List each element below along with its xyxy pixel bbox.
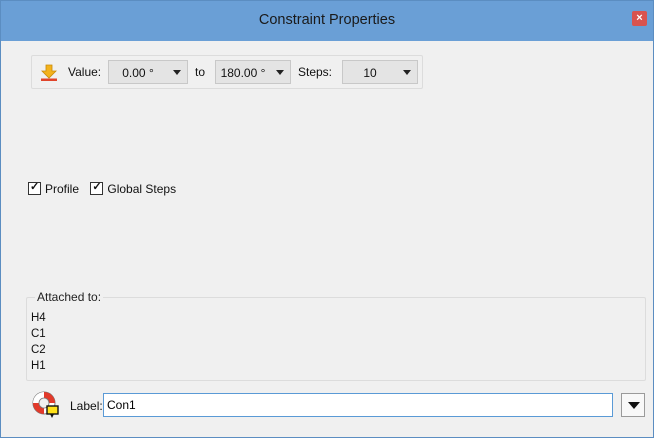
profile-label[interactable]: Profile	[45, 182, 79, 196]
label-input[interactable]	[103, 393, 613, 417]
label-dropdown-button[interactable]	[621, 393, 645, 417]
steps-label: Steps:	[298, 65, 333, 79]
lifebuoy-icon	[32, 391, 59, 418]
window-title: Constraint Properties	[258, 12, 396, 28]
from-value-text: 0.00 °	[122, 66, 154, 80]
steps-value-text: 10	[363, 66, 377, 80]
global-steps-label[interactable]: Global Steps	[107, 182, 176, 196]
checkmark-icon: ✓	[92, 181, 102, 194]
options-row: ✓ Profile ✓ Global Steps	[28, 181, 184, 197]
chevron-down-icon	[173, 70, 181, 75]
title-bar[interactable]: Constraint Properties ×	[1, 1, 653, 41]
atom-list-item: H4	[31, 312, 46, 324]
from-value-combo[interactable]: 0.00 °	[108, 60, 188, 84]
label-caption: Label:	[70, 399, 103, 413]
atom-list-item: C1	[31, 328, 46, 340]
download-arrow-icon	[41, 64, 57, 81]
to-label: to	[195, 65, 206, 79]
chevron-down-icon	[403, 70, 411, 75]
atom-list-item: C2	[31, 344, 46, 356]
attached-to-group: Attached to: H4 C1 C2 H1	[26, 290, 646, 381]
profile-checkbox[interactable]: ✓	[28, 181, 41, 196]
atom-list-item: H1	[31, 360, 46, 372]
close-button[interactable]: ×	[632, 11, 647, 26]
global-steps-checkbox[interactable]: ✓	[90, 181, 104, 196]
chevron-down-icon	[276, 70, 284, 75]
steps-combo[interactable]: 10	[342, 60, 418, 84]
value-range-group: Value: 0.00 ° to 180.00 ° Steps: 10	[31, 55, 423, 89]
to-value-combo[interactable]: 180.00 °	[215, 60, 291, 84]
constraint-properties-window: Constraint Properties × Value: 0.00 ° to…	[0, 0, 654, 438]
dialog-content: Value: 0.00 ° to 180.00 ° Steps: 10 ✓ Pr…	[1, 41, 653, 437]
checkmark-icon: ✓	[30, 181, 40, 194]
to-value-text: 180.00 °	[220, 66, 266, 80]
attached-atom-list: H4 C1 C2 H1	[31, 310, 46, 374]
value-label: Value:	[68, 65, 102, 79]
attached-to-legend: Attached to:	[35, 290, 104, 304]
triangle-down-icon	[628, 402, 640, 409]
